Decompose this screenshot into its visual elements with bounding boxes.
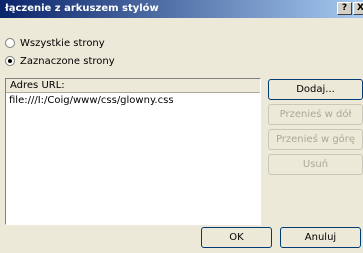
title-bar: łączenie z arkuszem stylów ? X <box>0 0 363 18</box>
url-list[interactable]: Adres URL: file:///I:/Coig/www/css/glown… <box>5 78 261 225</box>
move-up-button[interactable]: Przenieś w górę <box>268 129 363 150</box>
remove-button[interactable]: Usuń <box>268 154 363 175</box>
move-down-button[interactable]: Przenieś w dół <box>268 104 363 125</box>
radio-all-pages-label: Wszystkie strony <box>20 37 105 49</box>
window-title: łączenie z arkuszem stylów <box>5 3 159 14</box>
radio-all-pages[interactable]: Wszystkie strony <box>5 36 105 50</box>
help-button[interactable]: ? <box>337 2 352 15</box>
cancel-button[interactable]: Anuluj <box>280 227 361 248</box>
url-list-header-label: Adres URL: <box>10 80 65 91</box>
ok-button[interactable]: OK <box>201 227 272 248</box>
radio-selected-pages[interactable]: Zaznaczone strony <box>5 54 115 68</box>
stylesheet-link-dialog: łączenie z arkuszem stylów ? X Wszystkie… <box>0 0 363 253</box>
radio-selected-pages-label: Zaznaczone strony <box>20 55 115 67</box>
close-button[interactable]: X <box>353 2 363 15</box>
list-item[interactable]: file:///I:/Coig/www/css/glowny.css <box>9 95 174 106</box>
url-list-header: Adres URL: <box>6 79 260 93</box>
add-button[interactable]: Dodaj... <box>268 79 363 100</box>
radio-selected-pages-circle[interactable] <box>5 56 15 66</box>
radio-all-pages-circle[interactable] <box>5 38 15 48</box>
